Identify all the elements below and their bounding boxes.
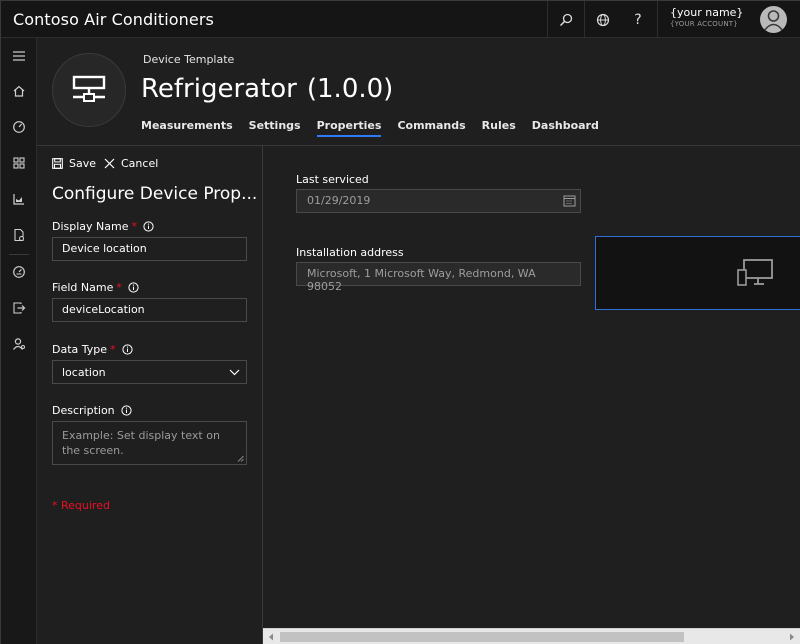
scroll-thumb[interactable] xyxy=(280,632,684,642)
nav-jobs[interactable] xyxy=(1,223,37,247)
home-icon xyxy=(13,85,25,97)
dashboard-gauge-icon xyxy=(13,121,25,133)
menu-icon xyxy=(13,51,25,61)
devices-grid-icon xyxy=(13,157,25,169)
template-version: (1.0.0) xyxy=(306,74,394,104)
nav-analytics[interactable] xyxy=(1,187,37,211)
analytics-icon xyxy=(13,194,24,205)
required-star: * xyxy=(116,281,122,294)
required-note: * Required xyxy=(52,499,110,512)
save-icon xyxy=(52,158,63,169)
avatar[interactable] xyxy=(760,6,787,33)
panel-title: Configure Device Prop... xyxy=(52,184,258,204)
jobs-icon xyxy=(14,228,24,242)
globe-icon xyxy=(596,13,609,26)
help-button[interactable]: ? xyxy=(620,1,656,38)
installation-address-label: Installation address xyxy=(296,246,404,259)
data-type-value: location xyxy=(62,365,106,379)
admin-icon xyxy=(13,338,25,350)
save-label: Save xyxy=(69,157,97,170)
data-type-label: Data Type * xyxy=(52,343,133,356)
page-title: Refrigerator (1.0.0) xyxy=(141,74,393,104)
info-icon[interactable] xyxy=(128,282,139,293)
tab-settings[interactable]: Settings xyxy=(249,119,301,135)
device-template-icon xyxy=(72,75,106,102)
nav-administration[interactable] xyxy=(1,332,37,356)
display-name-field[interactable]: Device location xyxy=(52,237,247,261)
close-icon xyxy=(104,158,115,169)
tab-properties[interactable]: Properties xyxy=(316,119,381,137)
topbar-divider xyxy=(657,1,658,38)
configure-panel: Save Cancel Configure Device Prop... Dis… xyxy=(37,146,263,644)
menu-button[interactable] xyxy=(1,44,37,68)
device-template-image[interactable] xyxy=(52,53,126,127)
scroll-left-button[interactable] xyxy=(265,632,277,642)
top-bar: Contoso Air Conditioners ? {your name} {… xyxy=(1,1,800,38)
cancel-label: Cancel xyxy=(121,157,159,170)
app-window: Contoso Air Conditioners ? {your name} {… xyxy=(0,0,800,644)
horizontal-scrollbar[interactable] xyxy=(263,628,800,644)
language-button[interactable] xyxy=(584,1,620,38)
field-name-field[interactable]: deviceLocation xyxy=(52,298,247,322)
app-title: Contoso Air Conditioners xyxy=(13,10,214,29)
user-account[interactable]: {YOUR ACCOUNT} xyxy=(670,20,738,28)
breadcrumb: Device Template xyxy=(143,53,235,66)
template-tabs: Measurements Settings Properties Command… xyxy=(141,119,615,137)
nav-devices[interactable] xyxy=(1,151,37,175)
tab-dashboard[interactable]: Dashboard xyxy=(532,119,599,135)
description-label-text: Description xyxy=(52,404,115,417)
field-name-label: Field Name * xyxy=(52,281,139,294)
cancel-button[interactable]: Cancel xyxy=(104,157,158,170)
nav-dashboard[interactable] xyxy=(1,115,37,139)
chevron-left-icon xyxy=(269,633,273,641)
last-serviced-label: Last serviced xyxy=(296,173,369,186)
chevron-down-icon xyxy=(229,369,240,375)
template-name[interactable]: Refrigerator xyxy=(141,74,297,104)
data-type-select[interactable]: location xyxy=(52,360,247,384)
required-star: * xyxy=(131,220,138,233)
description-placeholder: Example: Set display text on the screen. xyxy=(62,429,220,457)
properties-canvas: Last serviced 01/29/2019 Installation ad… xyxy=(263,146,800,628)
user-avatar-icon xyxy=(763,10,784,32)
required-star: * xyxy=(110,343,116,356)
tab-measurements[interactable]: Measurements xyxy=(141,119,233,135)
display-name-label: Display Name * xyxy=(52,220,154,233)
scroll-right-button[interactable] xyxy=(786,632,798,642)
display-name-label-text: Display Name xyxy=(52,220,129,233)
tab-commands[interactable]: Commands xyxy=(397,119,465,135)
template-header: Device Template Refrigerator (1.0.0) Mea… xyxy=(37,38,800,146)
info-icon[interactable] xyxy=(121,405,132,416)
data-type-label-text: Data Type xyxy=(52,343,108,356)
save-button[interactable]: Save xyxy=(52,157,96,170)
description-textarea[interactable]: Example: Set display text on the screen. xyxy=(52,421,247,465)
user-name[interactable]: {your name} xyxy=(670,6,743,19)
info-icon[interactable] xyxy=(143,221,154,232)
field-name-label-text: Field Name xyxy=(52,281,114,294)
device-image-tile[interactable] xyxy=(595,236,800,310)
device-templates-icon xyxy=(13,266,25,278)
left-nav-rail xyxy=(1,38,37,644)
tab-rules[interactable]: Rules xyxy=(482,119,516,135)
search-button[interactable] xyxy=(547,1,583,38)
last-serviced-date-field[interactable]: 01/29/2019 xyxy=(296,189,581,213)
export-icon xyxy=(13,302,26,314)
nav-export[interactable] xyxy=(1,296,37,320)
nav-home[interactable] xyxy=(1,79,37,103)
info-icon[interactable] xyxy=(121,344,133,355)
chevron-right-icon xyxy=(790,633,794,641)
calendar-icon[interactable] xyxy=(563,194,576,207)
nav-device-templates[interactable] xyxy=(1,260,37,284)
last-serviced-value: 01/29/2019 xyxy=(307,194,371,207)
description-label: Description xyxy=(52,404,132,417)
monitor-icon xyxy=(737,259,773,286)
search-icon xyxy=(559,13,572,26)
installation-address-field[interactable]: Microsoft, 1 Microsoft Way, Redmond, WA … xyxy=(296,262,581,293)
rail-divider xyxy=(9,254,29,255)
resize-grip-icon[interactable] xyxy=(237,455,244,462)
